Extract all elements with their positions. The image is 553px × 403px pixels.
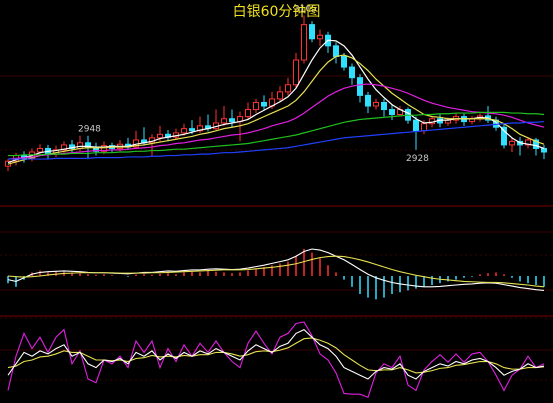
candle-body: [245, 109, 251, 118]
chart-title: 白银60分钟图: [232, 4, 321, 20]
chart-stage: 2948 3105 2928 白银60分钟图: [0, 0, 553, 403]
candle-body: [309, 24, 315, 40]
macd-panel: [7, 248, 545, 300]
candle-body: [509, 140, 515, 146]
candle-body: [157, 133, 163, 139]
candle-body: [365, 94, 371, 107]
candle-body: [77, 142, 83, 149]
kdj-panel: [7, 321, 545, 398]
candle-body: [413, 119, 419, 132]
candle-body: [261, 101, 267, 107]
price-annotation-label: 2928: [406, 154, 429, 164]
candle-body: [277, 91, 283, 100]
candle-body: [189, 128, 195, 132]
candle-body: [293, 59, 299, 86]
candle-body: [349, 66, 355, 79]
candle-body: [357, 77, 363, 96]
macd-dea-line: [7, 255, 545, 288]
candle-body: [229, 118, 235, 123]
candle-body: [181, 128, 187, 134]
candle-body: [301, 24, 307, 61]
candle-body: [333, 45, 339, 57]
kdj-k-line: [7, 328, 545, 380]
kdj-j-line: [7, 321, 545, 398]
candle-body: [373, 101, 379, 107]
kdj-d-line: [7, 337, 545, 374]
candle-body: [541, 147, 547, 153]
candle-body: [389, 109, 395, 115]
candle-body: [317, 34, 323, 40]
price-annotation-label: 2948: [78, 125, 101, 135]
candle-body: [381, 101, 387, 111]
candle-body: [253, 101, 259, 111]
silver-60min-chart: 294831052928: [0, 4, 553, 398]
candle-body: [221, 118, 227, 124]
price-annotations: 294831052928: [78, 4, 429, 163]
candle-body: [341, 55, 347, 68]
candle-body: [37, 147, 43, 153]
candle-body: [501, 126, 507, 146]
moving-average-line: [7, 54, 545, 165]
candle-body: [285, 84, 291, 93]
candle-body: [421, 123, 427, 132]
